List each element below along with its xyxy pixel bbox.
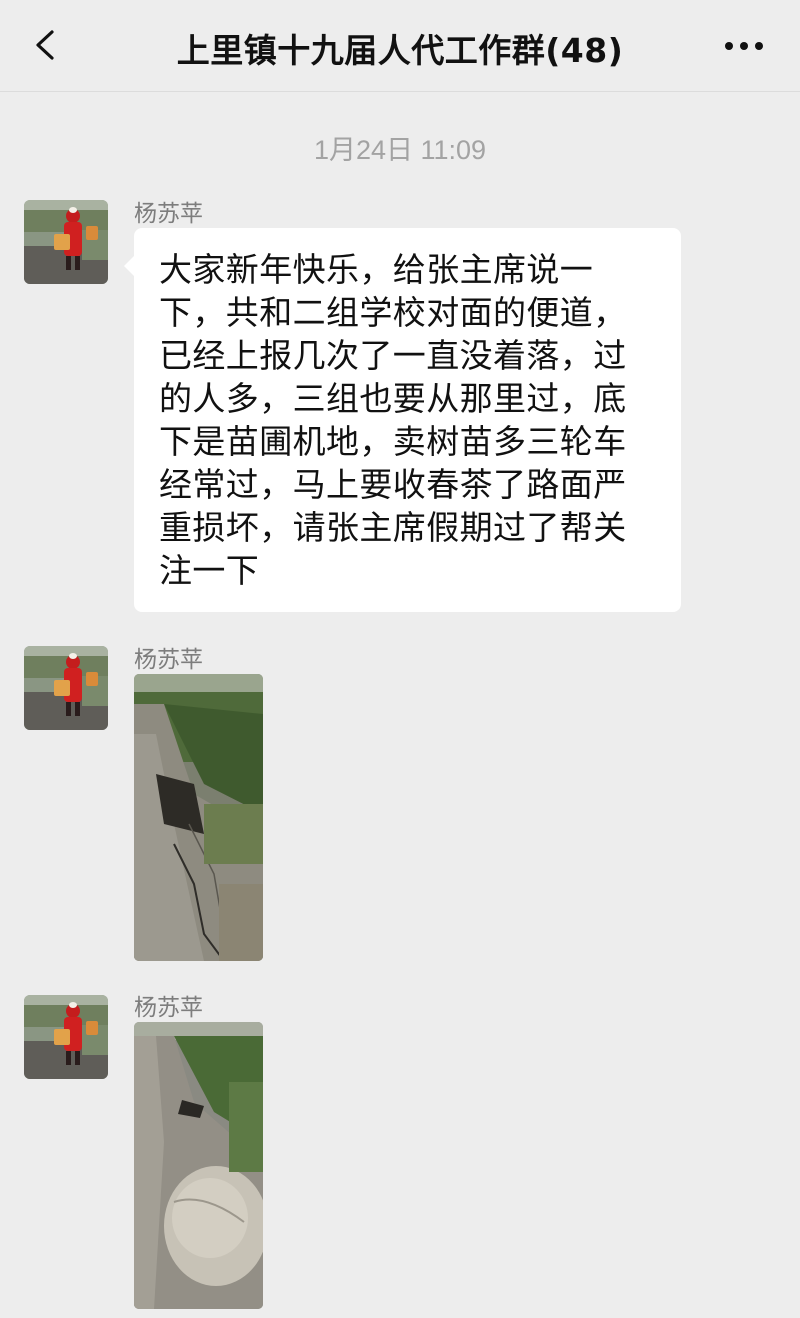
damaged-path-photo	[134, 674, 263, 961]
image-message[interactable]	[134, 674, 263, 961]
sender-name: 杨苏苹	[134, 995, 203, 1021]
avatar-photo	[24, 995, 108, 1079]
sender-name: 杨苏苹	[134, 647, 203, 673]
avatar[interactable]	[24, 200, 108, 284]
avatar[interactable]	[24, 646, 108, 730]
chat-title: 上里镇十九届人代工作群(48)	[176, 31, 624, 70]
sender-name: 杨苏苹	[134, 201, 203, 227]
chat-header: 上里镇十九届人代工作群(48)	[0, 0, 800, 92]
more-button[interactable]	[720, 28, 768, 64]
broken-road-photo	[134, 1022, 263, 1309]
avatar-photo	[24, 646, 108, 730]
image-message[interactable]	[134, 1022, 263, 1309]
back-button[interactable]	[22, 20, 70, 70]
avatar[interactable]	[24, 995, 108, 1079]
message-timestamp: 1月24日 11:09	[313, 135, 487, 165]
avatar-photo	[24, 200, 108, 284]
message-bubble[interactable]: 大家新年快乐，给张主席说一下，共和二组学校对面的便道，已经上报几次了一直没着落，…	[124, 228, 681, 612]
more-dots-icon	[725, 42, 763, 50]
chevron-left-icon	[36, 30, 54, 60]
